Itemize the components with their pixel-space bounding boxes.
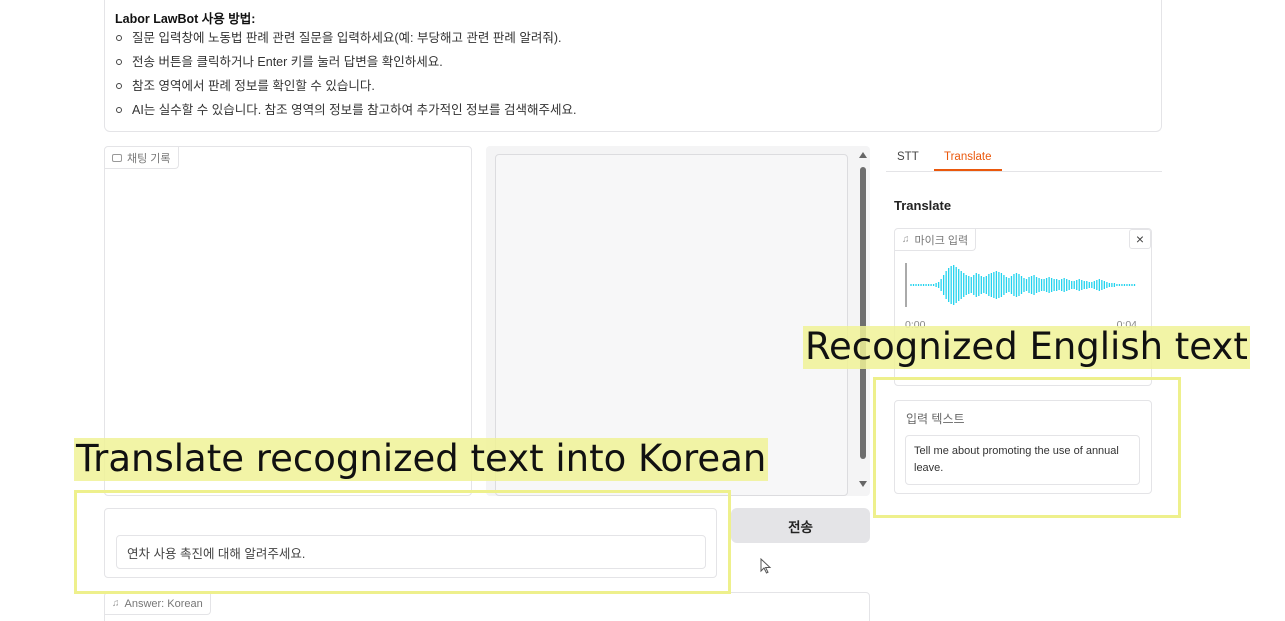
chat-history-label: 채팅 기록 (105, 147, 179, 169)
audio-waveform[interactable] (905, 257, 1141, 313)
tab-stt[interactable]: STT (897, 146, 919, 171)
answer-label: ♫ Answer: Korean (105, 593, 211, 615)
instruction-item: AI는 실수할 수 있습니다. 참조 영역의 정보를 참고하여 추가적인 정보를… (115, 102, 577, 126)
music-note-icon: ♫ (902, 233, 910, 245)
close-icon: × (1135, 231, 1145, 247)
message-box (104, 508, 717, 578)
input-text-field[interactable] (905, 435, 1140, 485)
mic-input-label: ♫ 마이크 입력 (895, 229, 977, 251)
message-input[interactable] (116, 535, 706, 569)
answer-label-text: Answer: Korean (124, 597, 203, 610)
chat-icon (112, 153, 122, 162)
instruction-item: 참조 영역에서 판례 정보를 확인할 수 있습니다. (115, 78, 577, 102)
mic-input-label-text: 마이크 입력 (914, 234, 969, 247)
scrollbar-thumb[interactable] (860, 167, 866, 459)
mouse-cursor-icon (760, 558, 772, 574)
translate-title: Translate (894, 198, 952, 213)
tab-translate[interactable]: Translate (934, 146, 1002, 171)
annotation-label-korean-translation: Translate recognized text into Korean (74, 437, 769, 481)
instructions-list: 질문 입력창에 노동법 판례 관련 질문을 입력하세요(예: 부당해고 관련 판… (115, 30, 577, 126)
tab-bar: STT Translate (886, 146, 1162, 172)
scroll-up-arrow-icon[interactable] (859, 152, 867, 158)
instructions-panel: Labor LawBot 사용 방법: 질문 입력창에 노동법 판례 관련 질문… (104, 0, 1162, 132)
instruction-item: 전송 버튼을 클릭하거나 Enter 키를 눌러 답변을 확인하세요. (115, 54, 577, 78)
input-text-label: 입력 텍스트 (906, 412, 965, 426)
instruction-item: 질문 입력창에 노동법 판례 관련 질문을 입력하세요(예: 부당해고 관련 판… (115, 30, 577, 54)
scroll-down-arrow-icon[interactable] (859, 481, 867, 487)
send-button[interactable]: 전송 (731, 508, 870, 543)
chat-history-label-text: 채팅 기록 (127, 152, 171, 165)
close-button[interactable]: × (1129, 229, 1151, 249)
music-note-icon: ♫ (112, 597, 120, 609)
answer-panel: ♫ Answer: Korean (104, 592, 870, 621)
input-text-panel: 입력 텍스트 (894, 400, 1152, 494)
reference-scrollbar[interactable] (858, 152, 868, 492)
annotation-label-english-text: Recognized English text (803, 325, 1250, 369)
instructions-title: Labor LawBot 사용 방법: (115, 12, 256, 26)
